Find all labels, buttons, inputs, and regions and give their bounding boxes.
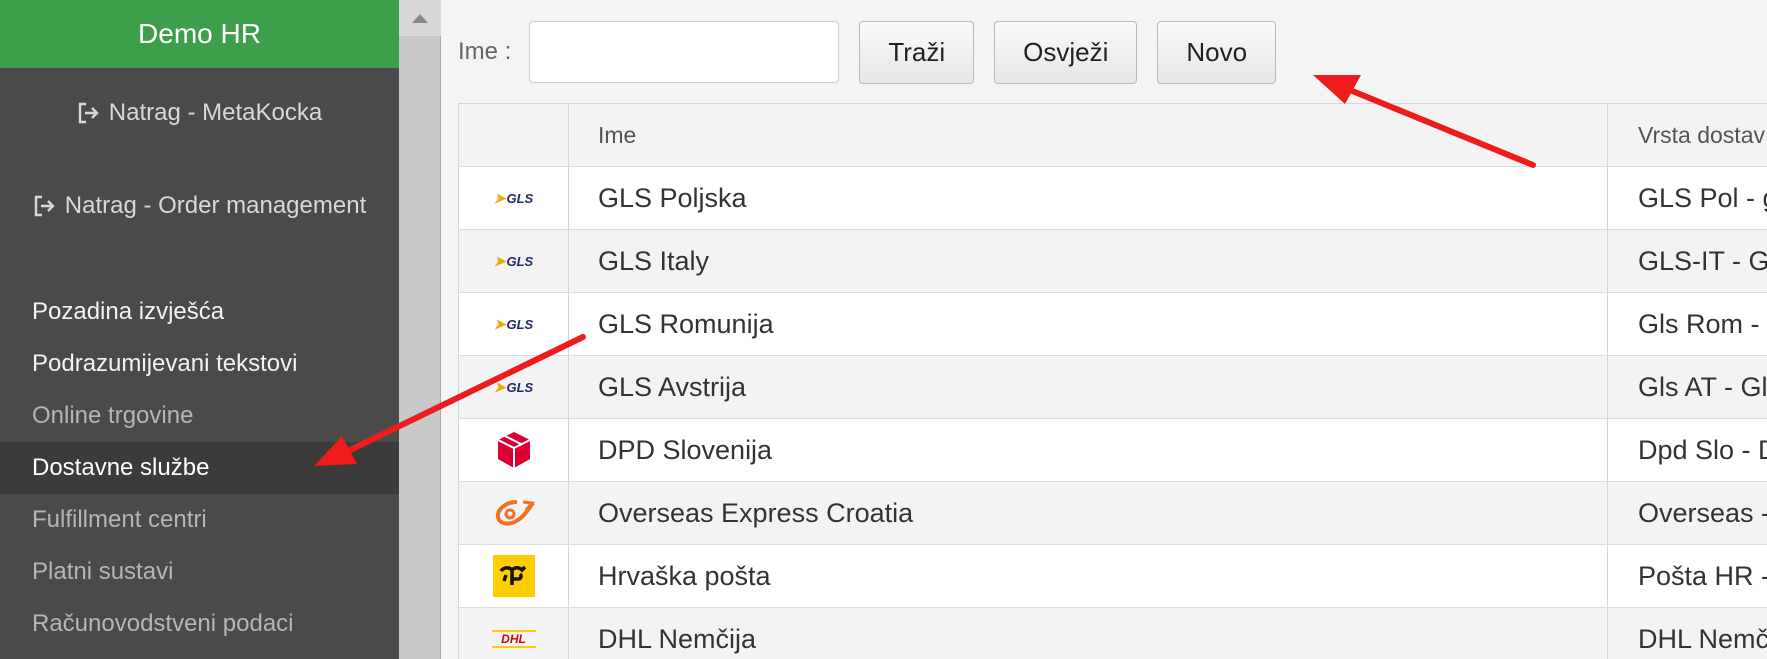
search-button[interactable]: Traži (859, 20, 975, 84)
row-name: DPD Slovenija (569, 419, 1608, 481)
table-row[interactable]: DPD Slovenija Dpd Slo - D (459, 419, 1767, 482)
row-delivery-type: Gls AT - Gls (1638, 371, 1767, 402)
row-name: Hrvaška pošta (569, 545, 1608, 607)
back-link-metakocka[interactable]: Natrag - MetaKocka (0, 99, 399, 127)
sidebar-item-accounting-data[interactable]: Računovodstveni podaci (0, 598, 399, 650)
sidebar-item-report-backgrounds[interactable]: Pozadina izvješća (0, 286, 399, 338)
dpd-logo (497, 432, 530, 468)
table-row[interactable]: ➤ GLS GLS Poljska GLS Pol - g (459, 167, 1767, 230)
gls-logo: ➤ GLS (493, 252, 534, 269)
scroll-up-button[interactable] (399, 0, 441, 36)
sidebar-nav: Pozadina izvješća Podrazumijevani teksto… (0, 286, 399, 650)
row-name: GLS Poljska (569, 167, 1608, 229)
gls-logo: ➤ GLS (493, 189, 534, 206)
sidebar: Demo HR Natrag - MetaKocka Natrag - Orde… (0, 0, 399, 659)
column-header-logo[interactable] (459, 104, 569, 166)
row-delivery-type: GLS Pol - g (1638, 182, 1767, 213)
sidebar-item-online-stores[interactable]: Online trgovine (0, 390, 399, 442)
row-name: DHL Nemčija (569, 608, 1608, 659)
new-button[interactable]: Novo (1157, 20, 1277, 84)
row-delivery-type: Dpd Slo - D (1638, 434, 1767, 465)
table-row[interactable]: ➤ GLS GLS Avstrija Gls AT - Gls (459, 356, 1767, 419)
row-name: Overseas Express Croatia (569, 482, 1608, 544)
sign-out-icon (33, 195, 57, 217)
table-row[interactable]: ➤GLS GLS Romunija Gls Rom - G (459, 293, 1767, 356)
name-filter-label: Ime : (458, 38, 512, 65)
sidebar-item-fulfillment-centers[interactable]: Fulfillment centri (0, 494, 399, 546)
row-delivery-type: Gls Rom - G (1638, 308, 1767, 339)
row-name: GLS Avstrija (569, 356, 1608, 418)
refresh-button[interactable]: Osvježi (994, 20, 1138, 84)
table-header: Ime Vrsta dostav (459, 104, 1767, 167)
back-link-label: Natrag - Order management (64, 192, 367, 219)
row-name: GLS Italy (569, 230, 1608, 292)
row-delivery-type: DHL Nemč (1638, 623, 1767, 654)
gls-logo: ➤ GLS (493, 315, 534, 332)
sidebar-scrollbar[interactable] (399, 0, 441, 659)
back-link-label: Natrag - MetaKocka (108, 99, 323, 126)
delivery-services-table: Ime Vrsta dostav ➤ GLS GLS Poljska GLS Po… (458, 103, 1767, 659)
sidebar-item-delivery-services[interactable]: Dostavne službe (0, 442, 399, 494)
search-toolbar: Ime : Traži Osvježi Novo (458, 20, 1296, 84)
gls-logo: ➤ GLS (493, 378, 534, 395)
sidebar-item-payment-systems[interactable]: Platni sustavi (0, 546, 399, 598)
dhl-logo: DHL (491, 630, 536, 648)
brand-title: Demo HR (0, 0, 399, 68)
table-row[interactable]: Hrvaška pošta Pošta HR - (459, 545, 1767, 608)
back-link-order-management[interactable]: Natrag - Order management (0, 192, 399, 220)
overseas-logo (495, 500, 535, 526)
row-delivery-type: Pošta HR - (1638, 560, 1767, 591)
table-row[interactable]: Overseas Express Croatia Overseas - (459, 482, 1767, 545)
column-header-name[interactable]: Ime (569, 104, 1608, 166)
sidebar-item-default-texts[interactable]: Podrazumijevani tekstovi (0, 338, 399, 390)
hrvatska-posta-logo (492, 555, 535, 597)
row-name: GLS Romunija (569, 293, 1608, 355)
caret-up-icon (412, 14, 428, 23)
sign-out-icon (77, 102, 101, 124)
table-row[interactable]: DHL DHL Nemčija DHL Nemč (459, 608, 1767, 659)
main-content: Ime : Traži Osvježi Novo Ime Vrsta dosta… (441, 0, 1767, 659)
table-row[interactable]: ➤GLS GLS Italy GLS-IT - GL (459, 230, 1767, 293)
column-header-delivery-type[interactable]: Vrsta dostav (1608, 104, 1767, 166)
name-filter-input[interactable] (529, 21, 840, 83)
row-delivery-type: Overseas - (1638, 497, 1767, 528)
row-delivery-type: GLS-IT - GL (1638, 245, 1767, 276)
